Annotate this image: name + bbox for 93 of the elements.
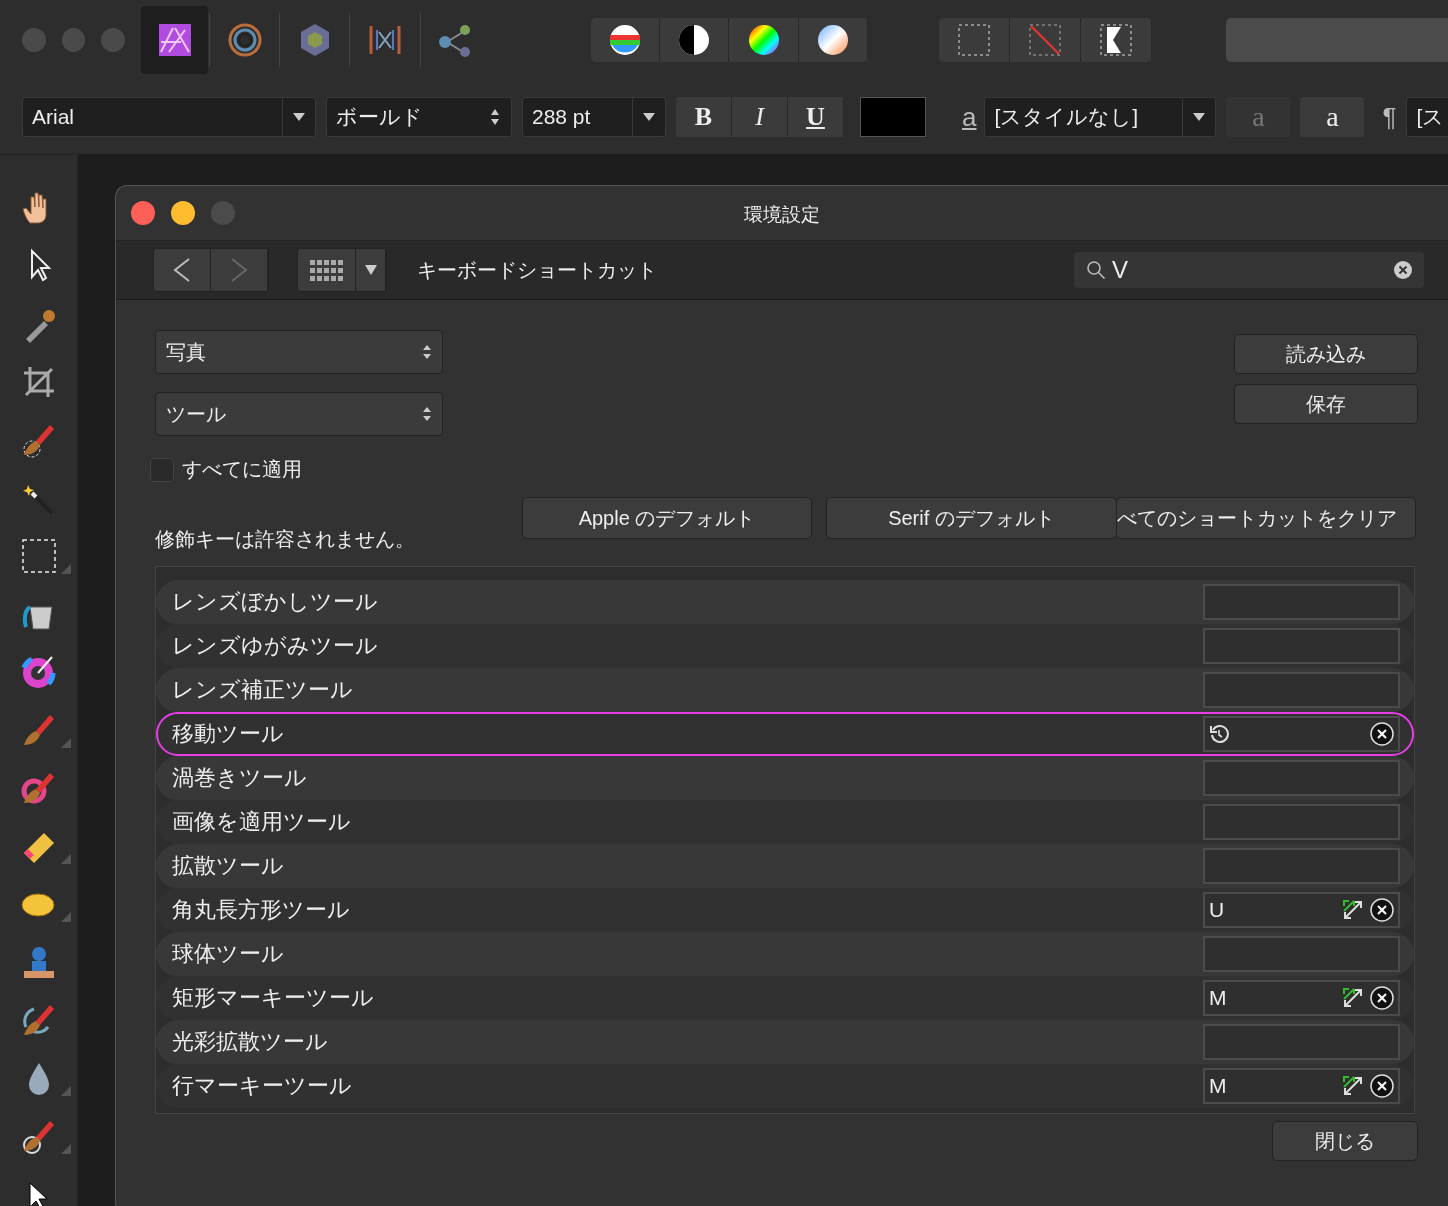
grid-icon: [310, 259, 343, 281]
dashed-square-icon: [956, 23, 991, 57]
double-arrow-icon[interactable]: [1342, 899, 1364, 921]
close-button[interactable]: 閉じる: [1272, 1121, 1418, 1161]
gradient-circle-icon: [816, 24, 849, 56]
search-field[interactable]: V: [1074, 252, 1424, 288]
style-field[interactable]: [ス: [1406, 97, 1448, 137]
corner-triangle-icon: [60, 854, 71, 864]
persona-button[interactable]: [141, 6, 209, 74]
field-value: ボールド: [336, 104, 423, 130]
clear-icon[interactable]: [1370, 986, 1394, 1010]
checkbox[interactable]: [150, 457, 174, 482]
shortcut-field[interactable]: [1203, 804, 1400, 840]
search-icon: [1086, 260, 1106, 280]
shortcut-field[interactable]: M: [1203, 1068, 1400, 1104]
clear-icon[interactable]: [1370, 1074, 1394, 1098]
dialog-button[interactable]: 保存: [1234, 384, 1418, 424]
dialog-button[interactable]: 読み込み: [1234, 334, 1418, 374]
dropdown-arrow-icon: [363, 264, 378, 276]
stepper-arrows-icon: [422, 406, 432, 422]
shortcut-field[interactable]: U: [1203, 892, 1400, 928]
character-style-button[interactable]: a: [962, 101, 977, 133]
dropdown-arrow-icon: [1192, 112, 1207, 122]
clear-icon[interactable]: [1370, 722, 1394, 746]
section-title: キーボードショートカット: [417, 257, 657, 283]
inverted-square-icon: [1098, 23, 1133, 57]
grid-button[interactable]: [298, 249, 356, 291]
list-row[interactable]: 画像を適用ツール: [156, 800, 1414, 844]
checkbox-label: すべてに適用: [182, 457, 302, 482]
list-row[interactable]: レンズ補正ツール: [156, 668, 1414, 712]
shortcut-field[interactable]: [1203, 936, 1400, 972]
paragraph-button[interactable]: ¶: [1382, 101, 1397, 133]
popup-button[interactable]: ツール: [155, 392, 443, 436]
window-control[interactable]: [131, 201, 155, 225]
corner-triangle-icon: [60, 1086, 71, 1096]
toolbar-button[interactable]: [591, 18, 661, 62]
window-title: 環境設定: [744, 204, 820, 225]
dialog-button[interactable]: Apple のデフォルト: [522, 497, 812, 539]
shortcut-field[interactable]: M: [1203, 980, 1400, 1016]
dialog-button[interactable]: べてのショートカットをクリア: [1116, 497, 1416, 539]
list-row[interactable]: 拡散ツール: [156, 844, 1414, 888]
shortcut-field[interactable]: [1203, 1024, 1400, 1060]
stepper-arrows-icon: [490, 108, 500, 126]
color-bars-icon: [609, 24, 642, 56]
shortcut-field[interactable]: [1203, 716, 1400, 752]
list-row[interactable]: レンズぼかしツール: [156, 580, 1414, 624]
corner-triangle-icon: [60, 912, 71, 922]
hint-text: 修飾キーは許容されません。: [155, 527, 415, 552]
field-value: [スタイルなし]: [994, 104, 1139, 130]
field-value: Arial: [32, 105, 74, 129]
list-row[interactable]: 移動ツール: [156, 712, 1414, 756]
list-row[interactable]: 行マーキーツール M: [156, 1064, 1414, 1108]
dashed-square-icon[interactable]: [19, 536, 58, 575]
dropdown-arrow-icon: [292, 112, 306, 122]
shortcut-field[interactable]: [1203, 848, 1400, 884]
contrast-icon: [678, 24, 711, 56]
slashed-square-icon: [1027, 23, 1062, 57]
glyph-button[interactable]: a: [1300, 97, 1365, 137]
dropdown-arrow-icon: [642, 112, 656, 122]
font-field[interactable]: Arial: [22, 97, 316, 137]
stepper-arrows-icon: [422, 344, 432, 360]
shortcut-field[interactable]: [1203, 584, 1400, 620]
list-row[interactable]: レンズゆがみツール: [156, 624, 1414, 668]
double-arrow-icon[interactable]: [1342, 1075, 1364, 1097]
back-button[interactable]: [154, 249, 211, 291]
list-row[interactable]: 渦巻きツール: [156, 756, 1414, 800]
corner-triangle-icon: [60, 1144, 71, 1154]
chevron-left-icon: [172, 257, 192, 283]
list-row[interactable]: 球体ツール: [156, 932, 1414, 976]
weight-field[interactable]: ボールド: [326, 97, 512, 137]
reset-icon[interactable]: [1209, 724, 1229, 744]
shortcut-field[interactable]: [1203, 628, 1400, 664]
list-row[interactable]: 矩形マーキーツール M: [156, 976, 1414, 1020]
field-value: [ス: [1416, 104, 1445, 130]
chevron-right-icon: [229, 257, 249, 283]
shortcut-field[interactable]: [1203, 760, 1400, 796]
clear-icon[interactable]: [1394, 261, 1412, 279]
field-value: 288 pt: [532, 105, 591, 129]
list-row[interactable]: 光彩拡散ツール: [156, 1020, 1414, 1064]
corner-triangle-icon: [60, 564, 71, 574]
size-field[interactable]: 288 pt: [522, 97, 666, 137]
color-swatch[interactable]: [860, 97, 926, 137]
shortcut-field[interactable]: [1203, 672, 1400, 708]
list-row[interactable]: 角丸長方形ツール U: [156, 888, 1414, 932]
bold-button[interactable]: B: [676, 97, 732, 137]
dialog-button[interactable]: Serif のデフォルト: [826, 497, 1117, 539]
clear-icon[interactable]: [1370, 898, 1394, 922]
paragraph-style-field[interactable]: [スタイルなし]: [984, 97, 1217, 137]
window-control[interactable]: [171, 201, 195, 225]
corner-triangle-icon: [60, 738, 71, 748]
popup-button[interactable]: 写真: [155, 330, 443, 374]
double-arrow-icon[interactable]: [1342, 987, 1364, 1009]
color-wheel-icon: [747, 24, 780, 56]
